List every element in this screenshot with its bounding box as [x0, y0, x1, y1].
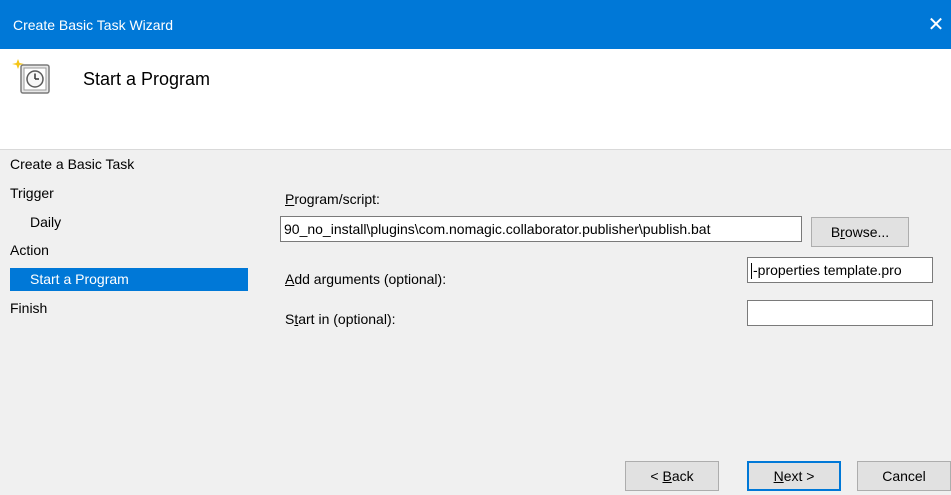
wizard-step-nav: Create a Basic Task Trigger Daily Action… — [0, 150, 260, 495]
nav-item-action[interactable]: Action — [10, 239, 248, 262]
window-title: Create Basic Task Wizard — [13, 17, 174, 33]
start-in-label: Start in (optional): — [285, 311, 396, 327]
nav-item-label: Daily — [30, 214, 62, 230]
nav-item-start-a-program[interactable]: Start a Program — [10, 268, 248, 291]
page-title: Start a Program — [83, 69, 211, 89]
nav-item-trigger[interactable]: Trigger — [10, 182, 248, 205]
browse-button[interactable]: Br owse... — [811, 217, 909, 247]
add-arguments-label: Add arguments (optional): — [285, 271, 447, 287]
program-script-input[interactable]: 90_no_install\plugins\com.nomagic.collab… — [280, 216, 802, 242]
add-arguments-input[interactable]: -properties template.pro — [747, 257, 933, 283]
scheduled-task-clock-icon — [12, 59, 50, 94]
back-button[interactable]: < Back — [625, 461, 719, 491]
wizard-content: Program/script: 90_no_install\plugins\co… — [270, 150, 951, 495]
cancel-button[interactable]: Cancel — [857, 461, 951, 491]
wizard-header: Start a Program — [0, 49, 951, 149]
nav-item-create-basic-task[interactable]: Create a Basic Task — [10, 153, 248, 176]
nav-item-label: Start a Program — [30, 271, 129, 287]
nav-item-label: Finish — [10, 300, 48, 316]
program-script-label: Program/script: — [285, 191, 380, 207]
start-in-input[interactable] — [747, 300, 933, 326]
nav-item-label: Trigger — [10, 185, 54, 201]
nav-item-label: Create a Basic Task — [10, 156, 135, 172]
next-button[interactable]: Next > — [747, 461, 841, 491]
text-caret — [751, 263, 752, 280]
nav-item-daily[interactable]: Daily — [10, 211, 248, 234]
close-icon[interactable]: ✕ — [921, 0, 951, 49]
nav-item-label: Action — [10, 242, 49, 258]
title-bar[interactable]: Create Basic Task Wizard ✕ — [0, 0, 951, 49]
wizard-window: Create Basic Task Wizard ✕ Start a Progr… — [0, 0, 951, 495]
nav-item-finish[interactable]: Finish — [10, 297, 248, 320]
